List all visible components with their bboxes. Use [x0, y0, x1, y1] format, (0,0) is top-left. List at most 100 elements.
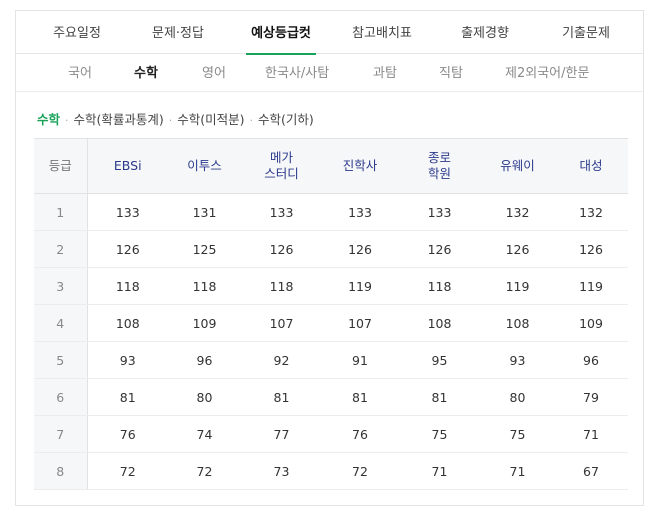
score-cell: 91	[322, 341, 398, 379]
table-row: 7 76 74 77 76 75 75 71	[34, 415, 628, 453]
score-cell: 133	[87, 193, 168, 231]
grade-cell: 2	[34, 230, 88, 268]
score-cell: 72	[168, 452, 241, 490]
score-cell: 119	[554, 267, 628, 305]
grade-cell: 7	[34, 415, 88, 453]
tab-reference-placement[interactable]: 참고배치표	[348, 11, 416, 54]
score-cell: 132	[481, 193, 554, 231]
score-cell: 92	[241, 341, 322, 379]
table-row: 1 133 131 133 133 133 132 132	[34, 193, 628, 231]
score-cell: 71	[481, 452, 554, 490]
score-cell: 73	[241, 452, 322, 490]
score-cell: 76	[87, 415, 168, 453]
score-cell: 126	[398, 230, 481, 268]
table-row: 4 108 109 107 107 108 108 109	[34, 304, 628, 342]
provider-header-line1: 메가	[269, 150, 293, 165]
grade-cell: 6	[34, 378, 88, 416]
provider-header-line2: 학원	[427, 166, 451, 181]
score-cell: 126	[241, 230, 322, 268]
provider-header: 이투스	[168, 138, 241, 194]
subject-tab-math[interactable]: 수학	[134, 55, 158, 92]
score-cell: 108	[398, 304, 481, 342]
score-cell: 80	[168, 378, 241, 416]
score-cell: 77	[241, 415, 322, 453]
score-cell: 131	[168, 193, 241, 231]
grade-column-header: 등급	[34, 138, 88, 194]
score-cell: 71	[554, 415, 628, 453]
score-cell: 81	[398, 378, 481, 416]
score-cell: 75	[398, 415, 481, 453]
score-cell: 108	[481, 304, 554, 342]
score-cell: 126	[322, 230, 398, 268]
grade-cell: 1	[34, 193, 88, 231]
main-tab-bar: 주요일정 문제·정답 예상등급컷 참고배치표 출제경향 기출문제	[16, 11, 643, 55]
subject-tab-second-language[interactable]: 제2외국어/한문	[505, 55, 589, 92]
score-cell: 80	[481, 378, 554, 416]
subject-tab-vocational[interactable]: 직탐	[439, 55, 463, 92]
score-cell: 81	[322, 378, 398, 416]
tab-exam-trends[interactable]: 출제경향	[456, 11, 514, 54]
score-cell: 74	[168, 415, 241, 453]
table-header-row: 등급 EBSi 이투스 메가 스터디 진학사 종로 학원 유웨이 대성	[34, 138, 628, 194]
grade-cell: 5	[34, 341, 88, 379]
subject-tab-history-social[interactable]: 한국사/사탐	[265, 55, 329, 92]
score-cell: 71	[398, 452, 481, 490]
provider-header: EBSi	[87, 138, 168, 194]
provider-header-line2: 스터디	[264, 166, 299, 181]
separator-dot: ·	[65, 114, 69, 127]
score-cell: 79	[554, 378, 628, 416]
score-cell: 67	[554, 452, 628, 490]
score-cell: 132	[554, 193, 628, 231]
score-cell: 75	[481, 415, 554, 453]
score-cell: 126	[87, 230, 168, 268]
provider-header-line1: 진학사	[342, 158, 378, 173]
provider-header-line1: 이투스	[187, 158, 222, 173]
score-cell: 118	[87, 267, 168, 305]
provider-header-line1: EBSi	[113, 158, 142, 173]
provider-header: 진학사	[322, 138, 398, 194]
filter-math-probability[interactable]: 수학(확률과통계)	[74, 112, 164, 127]
table-row: 8 72 72 73 72 71 71 67	[34, 452, 628, 490]
score-cell: 109	[168, 304, 241, 342]
score-cell: 72	[87, 452, 168, 490]
separator-dot: ·	[249, 114, 254, 127]
tab-past-exams[interactable]: 기출문제	[557, 11, 615, 54]
score-cell: 107	[322, 304, 398, 342]
table-row: 3 118 118 118 119 118 119 119	[34, 267, 628, 305]
provider-header-line1: 유웨이	[500, 158, 535, 173]
score-cell: 126	[481, 230, 554, 268]
score-cell: 109	[554, 304, 628, 342]
table-row: 2 126 125 126 126 126 126 126	[34, 230, 628, 268]
subject-tab-science[interactable]: 과탐	[373, 55, 397, 92]
tab-schedule[interactable]: 주요일정	[48, 11, 106, 54]
score-cell: 96	[554, 341, 628, 379]
grade-cell: 8	[34, 452, 88, 490]
score-cell: 118	[398, 267, 481, 305]
score-cell: 108	[87, 304, 168, 342]
grade-cut-panel: 주요일정 문제·정답 예상등급컷 참고배치표 출제경향 기출문제 국어 수학 영…	[15, 10, 644, 506]
subject-tab-bar: 국어 수학 영어 한국사/사탐 과탐 직탐 제2외국어/한문	[16, 55, 643, 92]
score-cell: 125	[168, 230, 241, 268]
score-cell: 93	[87, 341, 168, 379]
tab-questions-answers[interactable]: 문제·정답	[149, 11, 207, 54]
subject-tab-english[interactable]: 영어	[202, 55, 226, 92]
provider-header-line1: 대성	[579, 158, 603, 173]
filter-math-calculus[interactable]: 수학(미적분)	[177, 112, 244, 127]
tab-expected-grade-cut[interactable]: 예상등급컷	[246, 11, 316, 55]
grade-cut-table: 등급 EBSi 이투스 메가 스터디 진학사 종로 학원 유웨이 대성 1 133 13…	[34, 138, 628, 490]
score-cell: 118	[241, 267, 322, 305]
score-cell: 119	[481, 267, 554, 305]
score-cell: 118	[168, 267, 241, 305]
subject-tab-korean[interactable]: 국어	[68, 55, 92, 92]
separator-dot: ·	[168, 114, 173, 127]
score-cell: 76	[322, 415, 398, 453]
score-cell: 107	[241, 304, 322, 342]
grade-cell: 4	[34, 304, 88, 342]
math-sub-filter: 수학 · 수학(확률과통계) · 수학(미적분) · 수학(기하)	[37, 109, 314, 127]
table-row: 5 93 96 92 91 95 93 96	[34, 341, 628, 379]
filter-math[interactable]: 수학	[37, 112, 60, 127]
score-cell: 133	[398, 193, 481, 231]
provider-header: 대성	[554, 138, 628, 194]
filter-math-geometry[interactable]: 수학(기하)	[258, 112, 314, 127]
score-cell: 93	[481, 341, 554, 379]
